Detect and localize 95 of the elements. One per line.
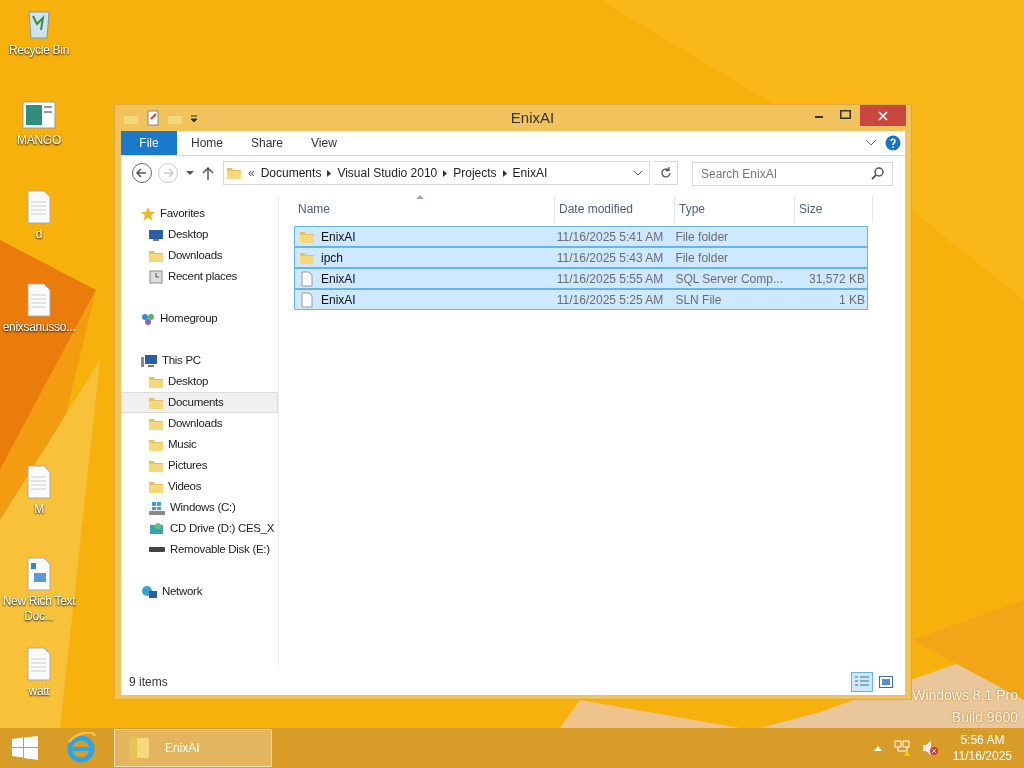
new-folder-icon <box>167 110 183 126</box>
drive-icon <box>148 499 166 516</box>
file-icon <box>299 270 315 287</box>
ribbon-tab[interactable]: Share <box>237 131 298 155</box>
document-icon <box>26 190 52 224</box>
column-header[interactable]: Date modified <box>555 196 675 222</box>
large-icons-view-icon <box>879 676 893 688</box>
disc-drive-icon <box>148 520 166 537</box>
nav-item[interactable]: CD Drive (D:) CES_X <box>121 518 278 539</box>
file-name: EnixAI <box>321 270 356 288</box>
folder-icon <box>226 165 242 181</box>
nav-item[interactable]: Downloads <box>121 245 278 266</box>
search-icon <box>871 165 885 180</box>
network-warning-icon <box>892 739 911 757</box>
chevron-right-icon <box>443 169 448 177</box>
rich-text-document-icon <box>26 557 52 591</box>
sort-arrow-icon <box>416 194 424 199</box>
back-icon <box>131 162 153 184</box>
file-row[interactable]: ipch 11/16/2025 5:43 AM File folder <box>294 247 868 268</box>
file-name: EnixAI <box>321 291 356 309</box>
minimize-icon <box>815 116 823 118</box>
folder-icon <box>127 734 151 762</box>
type-cell-text: File folder <box>674 228 730 246</box>
column-header[interactable]: Type <box>675 196 795 222</box>
file-row[interactable]: EnixAI 11/16/2025 5:55 AM SQL Server Comp... 31,572 KB <box>294 268 868 289</box>
nav-item[interactable]: Homegroup <box>121 308 278 329</box>
type-cell-text: File folder <box>674 249 730 267</box>
nav-item[interactable]: Network <box>121 581 278 602</box>
breadcrumb[interactable]: Projects <box>453 164 497 182</box>
date-cell-text: 11/16/2025 5:25 AM <box>555 291 665 309</box>
up-caret-icon <box>872 744 883 752</box>
chevron-right-icon <box>327 169 332 177</box>
chevron-down-icon <box>631 168 645 178</box>
window-title: EnixAI <box>510 107 555 128</box>
details-view-icon <box>855 676 869 688</box>
document-icon <box>26 465 52 499</box>
help-icon <box>885 135 901 151</box>
speaker-muted-icon <box>920 739 939 757</box>
chevron-right-icon <box>502 169 507 177</box>
up-arrow-icon <box>201 165 215 181</box>
date-cell-text: 11/16/2025 5:55 AM <box>555 270 665 288</box>
nav-item[interactable]: Windows (C:) <box>121 497 278 518</box>
browser-logo-icon <box>65 732 97 764</box>
type-cell-text: SQL Server Comp... <box>674 270 784 288</box>
clock-icon <box>148 268 164 285</box>
watermark-text: Build 9600 <box>951 708 1018 727</box>
breadcrumb[interactable]: Documents <box>260 164 322 182</box>
file-name: EnixAI <box>321 228 356 246</box>
nav-item[interactable]: Videos <box>121 476 278 497</box>
breadcrumb[interactable]: Visual Studio 2010 <box>337 164 438 182</box>
star-icon <box>140 205 156 222</box>
breadcrumb[interactable]: EnixAI <box>512 164 548 182</box>
column-header[interactable]: Size <box>795 196 873 222</box>
properties-icon <box>145 110 161 126</box>
status-text: 9 items <box>129 674 168 691</box>
overflow-chevron[interactable]: « <box>248 164 255 182</box>
ribbon-tab[interactable]: View <box>297 131 351 155</box>
close-icon <box>878 110 888 121</box>
computer-icon <box>140 352 158 369</box>
forward-icon <box>157 162 179 184</box>
refresh-button[interactable] <box>654 161 678 185</box>
file-tab[interactable]: File <box>121 131 177 155</box>
nav-item[interactable]: Removable Disk (E:) <box>121 539 278 560</box>
refresh-icon <box>659 167 672 179</box>
nav-item[interactable]: Downloads <box>121 413 278 434</box>
nav-item[interactable]: Music <box>121 434 278 455</box>
taskbar-button-label: EnixAI <box>165 740 200 757</box>
chevron-down-icon <box>865 138 877 148</box>
search-field[interactable]: Search EnixAI <box>692 161 893 186</box>
document-icon <box>26 647 52 681</box>
nav-item[interactable]: Desktop <box>121 371 278 392</box>
nav-item[interactable]: This PC <box>121 350 278 371</box>
watermark-text: Windows 8.1 Pro <box>912 686 1018 705</box>
document-icon <box>26 283 52 317</box>
maximize-icon <box>839 109 851 119</box>
date-cell-text: 11/16/2025 5:43 AM <box>555 249 665 267</box>
file-row[interactable]: EnixAI 11/16/2025 5:25 AM SLN File 1 KB <box>294 289 868 310</box>
file-name: ipch <box>321 249 343 267</box>
app-window-icon <box>22 100 56 130</box>
ribbon-tab[interactable]: Home <box>177 131 237 155</box>
nav-item[interactable]: Pictures <box>121 455 278 476</box>
nav-item[interactable]: Documents <box>121 392 278 413</box>
file-row[interactable]: EnixAI 11/16/2025 5:41 AM File folder <box>294 226 868 247</box>
type-cell-text: SLN File <box>674 291 723 309</box>
network-icon <box>140 583 158 600</box>
date-cell-text: 11/16/2025 5:41 AM <box>555 228 665 246</box>
nav-item[interactable]: Recent places <box>121 266 278 287</box>
nav-item[interactable]: Favorites <box>121 203 278 224</box>
folder-icon <box>123 110 139 126</box>
size-cell: 31,572 KB <box>808 271 865 286</box>
address-bar[interactable]: « Documents Visual Studio 2010 Projects EnixAI <box>223 161 650 185</box>
size-cell: 1 KB <box>839 292 865 307</box>
file-icon <box>299 291 315 308</box>
nav-item[interactable]: Desktop <box>121 224 278 245</box>
windows-logo-icon <box>12 736 38 760</box>
